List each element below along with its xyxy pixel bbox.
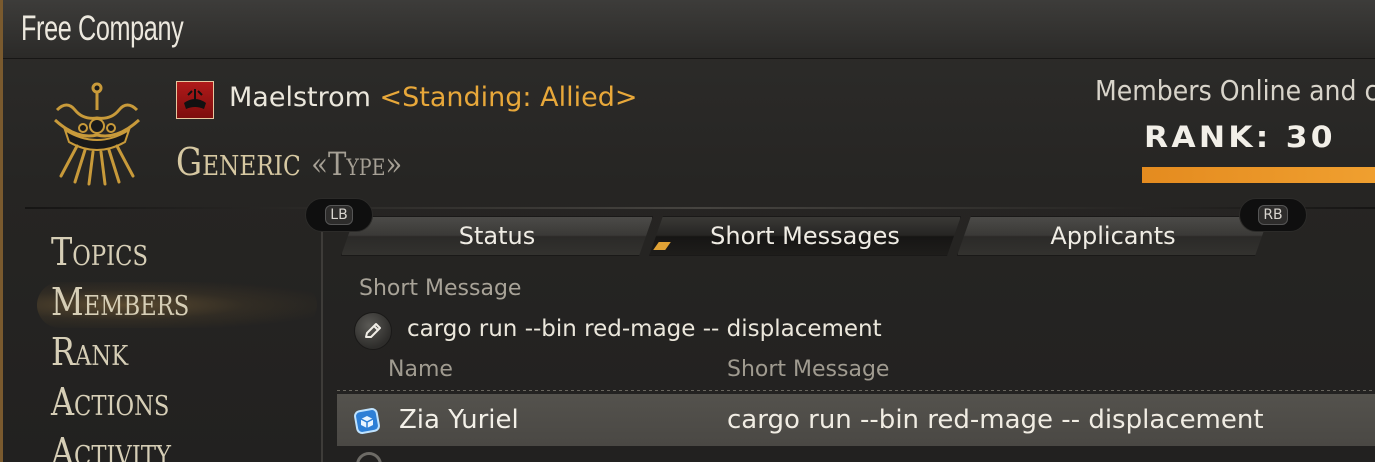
tab-short-messages[interactable]: Short Messages bbox=[649, 216, 961, 256]
short-message-label: Short Message bbox=[359, 276, 522, 301]
rb-label: RB bbox=[1258, 205, 1288, 225]
rank-progress-bar bbox=[1142, 167, 1375, 183]
lb-button-icon[interactable]: LB bbox=[305, 198, 373, 232]
column-header-name[interactable]: Name bbox=[388, 357, 453, 382]
online-status-icon bbox=[354, 408, 380, 434]
my-short-message: cargo run --bin red-mage -- displacement bbox=[407, 316, 882, 342]
free-company-window: Free Company Maelstrom <Standing: Allied… bbox=[0, 0, 1375, 462]
tab-bar: Status Short Messages Applicants LB RB bbox=[303, 198, 1313, 262]
status-icon bbox=[356, 452, 382, 462]
window-title: Free Company bbox=[21, 9, 184, 48]
rank-label: RANK: 30 bbox=[1144, 120, 1336, 154]
lb-label: LB bbox=[325, 205, 353, 225]
active-tab-marker bbox=[653, 242, 671, 250]
nav-item-rank[interactable]: Rank bbox=[51, 330, 128, 374]
rb-button-icon[interactable]: RB bbox=[1239, 198, 1307, 232]
pencil-icon bbox=[365, 323, 381, 338]
side-nav: Topics Members Rank Actions Activity bbox=[25, 210, 323, 462]
table-row[interactable]: Zia Yuriel cargo run --bin red-mage -- d… bbox=[337, 394, 1375, 446]
table-divider bbox=[337, 390, 1375, 391]
member-short-message: cargo run --bin red-mage -- displacement bbox=[727, 405, 1264, 435]
fc-name: Generic bbox=[176, 140, 301, 184]
nav-item-activity[interactable]: Activity bbox=[51, 430, 171, 462]
grand-company-name: Maelstrom bbox=[229, 82, 371, 113]
nav-item-members[interactable]: Members bbox=[51, 280, 189, 324]
grand-company-info: Maelstrom <Standing: Allied> bbox=[229, 82, 637, 113]
members-online-label: Members Online and c bbox=[1095, 74, 1375, 107]
grand-company-standing: <Standing: Allied> bbox=[379, 82, 638, 113]
tab-applicants[interactable]: Applicants bbox=[957, 216, 1269, 256]
title-bar[interactable]: Free Company bbox=[3, 0, 1375, 59]
member-name: Zia Yuriel bbox=[399, 405, 519, 435]
tab-status-label: Status bbox=[458, 222, 536, 250]
maelstrom-flag-icon bbox=[176, 81, 214, 119]
rank-progress-fill bbox=[1142, 167, 1375, 183]
tab-short-messages-label: Short Messages bbox=[710, 222, 900, 250]
nav-item-topics[interactable]: Topics bbox=[51, 230, 148, 274]
fc-tag: «Type» bbox=[311, 145, 403, 183]
edit-message-button[interactable] bbox=[354, 312, 392, 350]
tab-applicants-label: Applicants bbox=[1050, 222, 1176, 250]
fc-name-line: Generic «Type» bbox=[176, 140, 402, 184]
nav-item-actions[interactable]: Actions bbox=[51, 380, 169, 424]
tab-status[interactable]: Status bbox=[341, 216, 653, 256]
column-header-short-message[interactable]: Short Message bbox=[727, 357, 889, 382]
fc-crest-icon bbox=[53, 82, 141, 186]
